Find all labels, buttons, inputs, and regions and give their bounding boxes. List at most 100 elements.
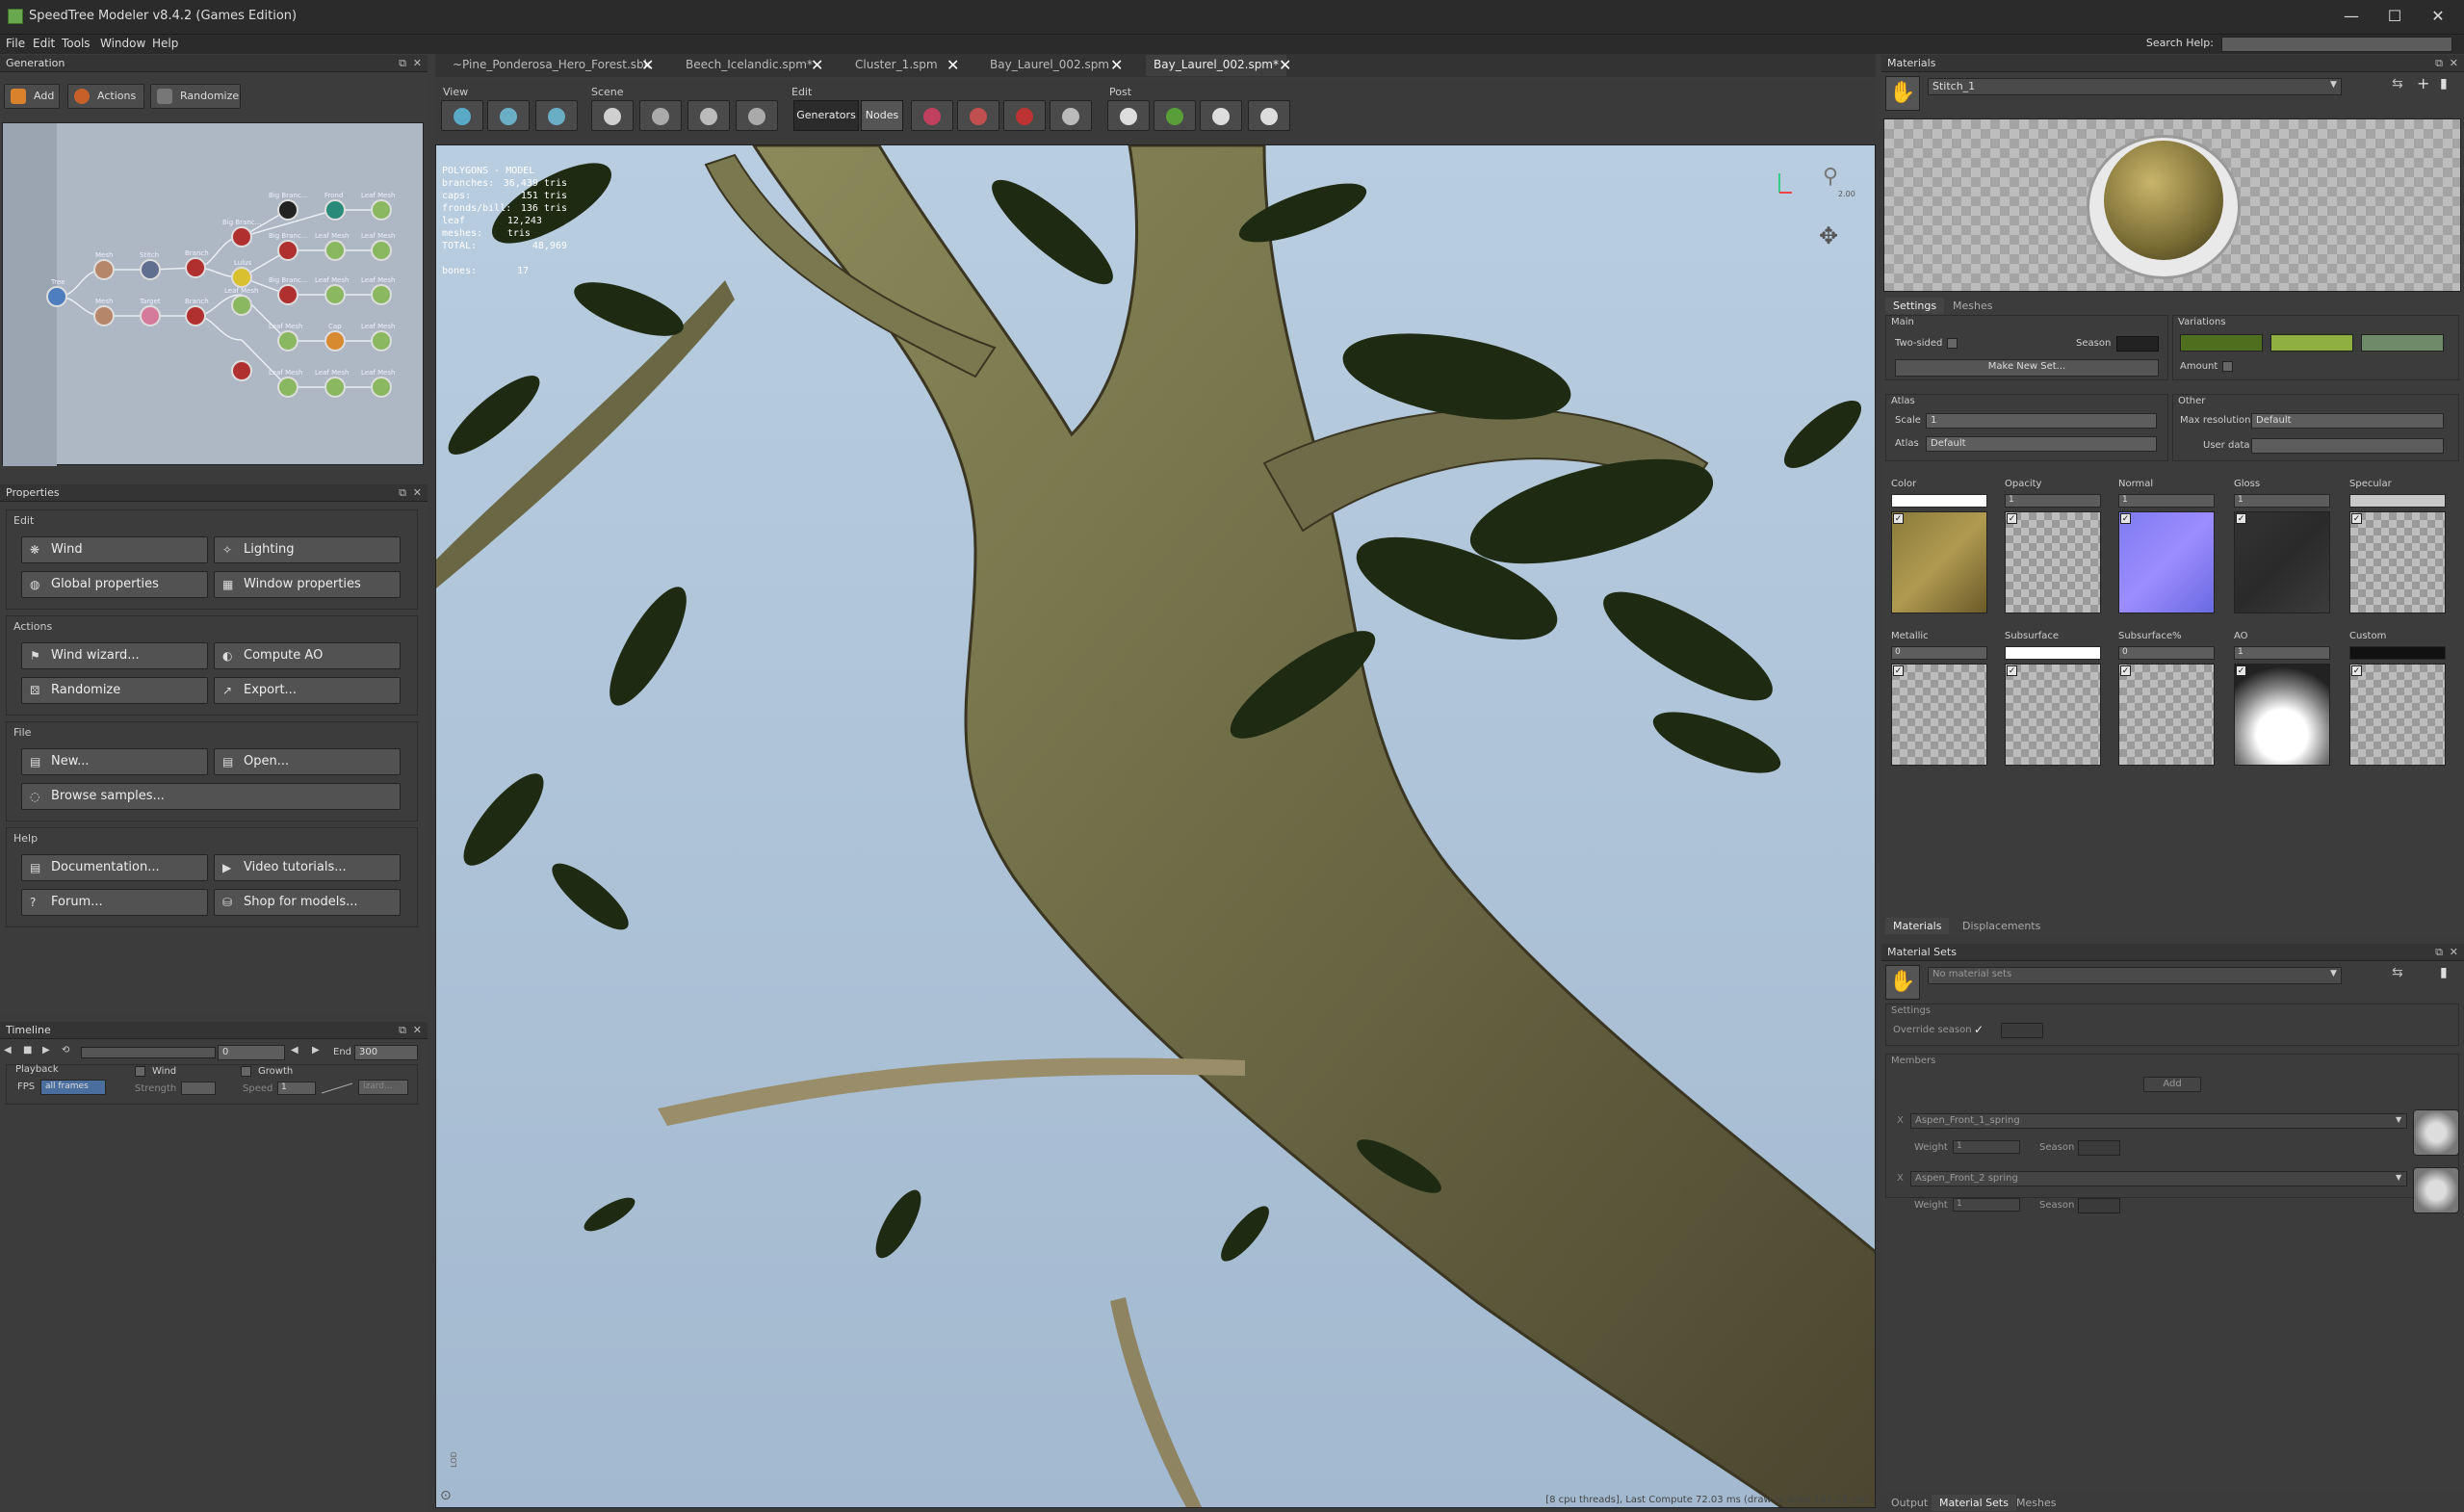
maximize-button[interactable]: ☐: [2373, 4, 2416, 29]
member-season-swatch[interactable]: [2078, 1140, 2120, 1156]
hand-icon[interactable]: ✋: [1885, 965, 1920, 1000]
color-texture-thumbnail[interactable]: [1891, 511, 1987, 613]
speed-input[interactable]: 1: [277, 1082, 316, 1095]
play-icon[interactable]: ▶: [42, 1045, 50, 1056]
chevron-down-icon[interactable]: ▼: [2330, 80, 2337, 90]
two-sided-checkbox[interactable]: [1947, 338, 1958, 349]
big-branch-node[interactable]: [277, 284, 298, 305]
season-swatch[interactable]: [2116, 336, 2159, 352]
tab-meshes-bottom[interactable]: Meshes: [2009, 1495, 2063, 1511]
gloss-enabled-checkbox[interactable]: ✓: [2236, 513, 2246, 524]
post-tool-2-button[interactable]: [1154, 100, 1196, 131]
branch-node[interactable]: [185, 257, 206, 278]
viewport-menu-icon[interactable]: ⊙: [440, 1488, 452, 1503]
rewind-icon[interactable]: ◀: [4, 1045, 12, 1056]
shop-models-button[interactable]: ⛁ Shop for models...: [214, 889, 401, 916]
big-branch-node[interactable]: [277, 199, 298, 221]
custom-enabled-checkbox[interactable]: ✓: [2351, 665, 2362, 676]
leaf-mesh-node[interactable]: [231, 295, 252, 316]
member-select[interactable]: Aspen_Front_1_spring: [1910, 1113, 2407, 1129]
leaf-mesh-node[interactable]: [277, 377, 298, 398]
scene-tool-1-button[interactable]: [591, 100, 634, 131]
edit-tool-2-button[interactable]: [957, 100, 999, 131]
growth-checkbox[interactable]: [241, 1066, 251, 1077]
scene-tool-4-button[interactable]: [736, 100, 778, 131]
end-input[interactable]: 300: [354, 1045, 418, 1060]
material-select[interactable]: Stitch_1: [1928, 78, 2342, 95]
close-tab-icon[interactable]: ✕: [641, 56, 654, 74]
leaf-mesh-node[interactable]: [371, 377, 392, 398]
gloss-texture-thumbnail[interactable]: [2234, 511, 2330, 613]
orbit-button[interactable]: [487, 100, 530, 131]
browse-samples-button[interactable]: ◌ Browse samples...: [21, 783, 401, 810]
scene-tool-2-button[interactable]: [639, 100, 682, 131]
randomize-button[interactable]: Randomize: [150, 84, 241, 109]
tab-bay-laurel[interactable]: Bay_Laurel_002.spm: [982, 55, 1117, 76]
override-season-check[interactable]: ✓: [1974, 1023, 1984, 1036]
close-tab-icon[interactable]: ✕: [811, 56, 823, 74]
actions-button[interactable]: Actions: [67, 84, 144, 109]
post-tool-3-button[interactable]: [1200, 100, 1242, 131]
post-tool-1-button[interactable]: [1107, 100, 1150, 131]
big-branch-node[interactable]: [231, 360, 252, 381]
leaf-mesh-node[interactable]: [277, 330, 298, 352]
subsurface-percent-texture-thumbnail[interactable]: [2118, 664, 2215, 766]
tab-cluster[interactable]: Cluster_1.spm: [847, 55, 946, 76]
weight-input[interactable]: 1: [1953, 1140, 2020, 1154]
delete-material-icon[interactable]: ▮: [2440, 76, 2448, 91]
subsurface-percent-enabled-checkbox[interactable]: ✓: [2120, 665, 2131, 676]
light-direction-icon[interactable]: ⚲: [1823, 165, 1838, 189]
3d-viewport[interactable]: POLYGONS - MODEL branches: 36,439 tris ca…: [435, 144, 1876, 1508]
minimize-button[interactable]: —: [2330, 4, 2373, 29]
close-tab-icon[interactable]: ✕: [947, 56, 959, 74]
float-icon[interactable]: ⧉: [399, 1024, 406, 1037]
fps-select[interactable]: all frames: [40, 1080, 106, 1095]
wind-checkbox[interactable]: [135, 1066, 145, 1077]
float-icon[interactable]: ⧉: [399, 486, 406, 500]
normal-value[interactable]: 1: [2118, 494, 2215, 508]
member-season-swatch[interactable]: [2078, 1198, 2120, 1213]
export-button[interactable]: ↗ Export...: [214, 677, 401, 704]
strength-input[interactable]: [181, 1082, 216, 1095]
growth-wizard-button[interactable]: izard...: [358, 1080, 408, 1095]
subsurface-texture-thumbnail[interactable]: [2005, 664, 2101, 766]
edit-tool-3-button[interactable]: [1003, 100, 1046, 131]
add-button[interactable]: Add: [4, 84, 60, 109]
search-help-input[interactable]: [2221, 37, 2452, 52]
compass-icon[interactable]: ✥: [1819, 222, 1838, 249]
hand-icon[interactable]: ✋: [1885, 76, 1920, 111]
tab-meshes[interactable]: Meshes: [1945, 298, 2000, 314]
member-preview-thumbnail[interactable]: [2413, 1109, 2459, 1156]
custom-texture-thumbnail[interactable]: [2349, 664, 2446, 766]
big-branch-node[interactable]: [231, 226, 252, 248]
perspective-button[interactable]: [441, 100, 483, 131]
float-icon[interactable]: ⧉: [399, 57, 406, 70]
user-data-input[interactable]: [2251, 438, 2444, 454]
ao-value[interactable]: 1: [2234, 646, 2330, 660]
leaf-mesh-node[interactable]: [324, 377, 346, 398]
weight-input[interactable]: 1: [1953, 1198, 2020, 1212]
color-enabled-checkbox[interactable]: ✓: [1893, 513, 1904, 524]
gloss-value[interactable]: 1: [2234, 494, 2330, 508]
target-node[interactable]: [140, 305, 161, 326]
randomize-action-button[interactable]: ⚄ Randomize: [21, 677, 208, 704]
growth-curve[interactable]: [320, 1082, 354, 1095]
leaf-mesh-node[interactable]: [324, 284, 346, 305]
close-panel-icon[interactable]: ✕: [2450, 57, 2458, 69]
opacity-value[interactable]: 1: [2005, 494, 2101, 508]
tab-beech-icelandic[interactable]: Beech_Icelandic.spm*: [678, 55, 820, 76]
normal-texture-thumbnail[interactable]: [2118, 511, 2215, 613]
wind-button[interactable]: ❋ Wind: [21, 536, 208, 563]
override-season-swatch[interactable]: [2001, 1023, 2043, 1038]
specular-texture-thumbnail[interactable]: [2349, 511, 2446, 613]
menu-file[interactable]: File: [6, 37, 25, 50]
delete-set-icon[interactable]: ▮: [2440, 965, 2448, 980]
custom-value[interactable]: [2349, 646, 2446, 660]
member-preview-thumbnail[interactable]: [2413, 1167, 2459, 1213]
tab-material-sets[interactable]: Material Sets: [1932, 1495, 2016, 1511]
close-panel-icon[interactable]: ✕: [2450, 946, 2458, 958]
tree-node[interactable]: [46, 286, 67, 307]
open-button[interactable]: ▤ Open...: [214, 748, 401, 775]
edit-tool-1-button[interactable]: [911, 100, 953, 131]
mesh-node[interactable]: [93, 259, 115, 280]
